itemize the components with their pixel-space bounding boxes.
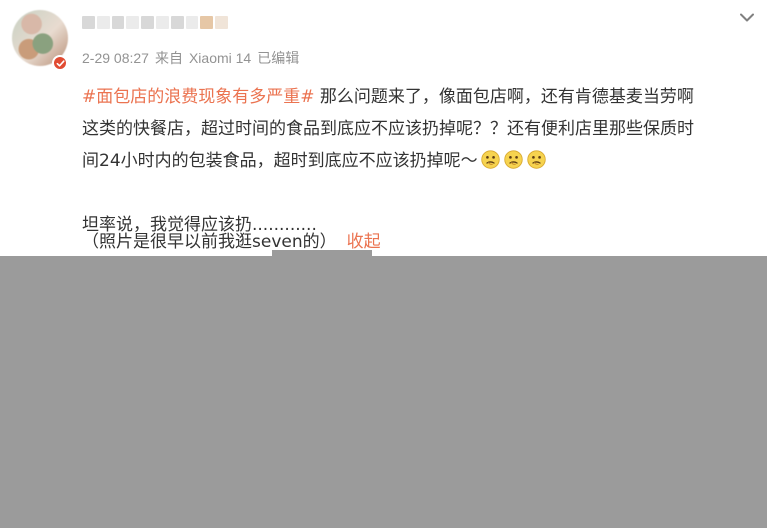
source-device: Xiaomi 14 <box>188 50 252 66</box>
paragraph-3-text: （照片是很早以前我逛seven的） <box>82 232 337 252</box>
source-prefix: 来自 <box>154 50 183 66</box>
edited-label[interactable]: 已编辑 <box>257 50 299 66</box>
thinking-face-icon <box>526 149 547 170</box>
post-timestamp[interactable]: 2-29 08:27 <box>82 50 149 66</box>
post-paragraph-1: #面包店的浪费现象有多严重# 那么问题来了，像面包店啊，还有肯德基麦当劳啊 这类… <box>82 81 756 177</box>
hashtag-link[interactable]: #面包店的浪费现象有多严重# <box>82 87 315 107</box>
verified-badge-icon <box>52 55 68 71</box>
username-redacted[interactable] <box>82 12 228 32</box>
collapse-link[interactable]: 收起 <box>347 232 381 252</box>
thinking-face-icon <box>480 149 501 170</box>
image-overlay[interactable] <box>0 256 767 528</box>
chevron-down-icon[interactable] <box>737 8 757 26</box>
body-line-1: 那么问题来了，像面包店啊，还有肯德基麦当劳啊 <box>314 87 694 107</box>
thinking-face-icon <box>503 149 524 170</box>
post-content: #面包店的浪费现象有多严重# 那么问题来了，像面包店啊，还有肯德基麦当劳啊 这类… <box>82 81 756 241</box>
body-line-2: 这类的快餐店，超过时间的食品到底应不应该扔掉呢？？还有便利店里那些保质时 <box>82 119 694 139</box>
body-line-3: 间24小时内的包装食品，超时到底应不应该扔掉呢～ <box>82 151 478 171</box>
post-meta: 2-29 08:27 来自 Xiaomi 14 已编辑 <box>82 48 305 68</box>
